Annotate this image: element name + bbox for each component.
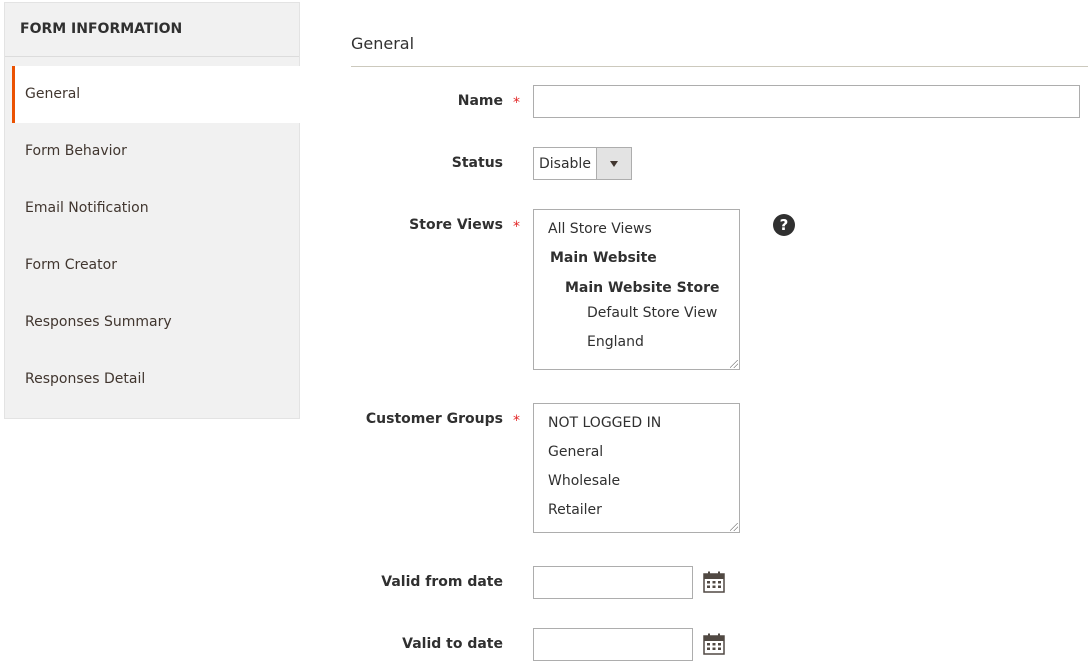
resize-handle-icon[interactable] bbox=[730, 523, 738, 531]
form-information-sidebar: FORM INFORMATION General Form Behavior E… bbox=[4, 2, 300, 419]
section-divider bbox=[351, 66, 1088, 67]
chevron-down-icon bbox=[596, 148, 631, 179]
status-select[interactable]: Disable bbox=[533, 147, 632, 180]
sidebar-title: FORM INFORMATION bbox=[5, 3, 299, 57]
store-view-group: Main Website bbox=[550, 250, 657, 266]
status-label: Status bbox=[451, 155, 503, 171]
valid-from-input[interactable] bbox=[533, 566, 693, 599]
customer-groups-required-mark: * bbox=[513, 413, 520, 429]
sidebar-item-responses-summary[interactable]: Responses Summary bbox=[5, 294, 299, 351]
store-views-label: Store Views bbox=[409, 217, 503, 233]
store-view-option[interactable]: England bbox=[587, 334, 644, 350]
calendar-icon[interactable] bbox=[703, 571, 725, 593]
name-required-mark: * bbox=[513, 95, 520, 111]
resize-handle-icon[interactable] bbox=[730, 360, 738, 368]
store-view-option[interactable]: All Store Views bbox=[548, 221, 652, 237]
name-input[interactable] bbox=[533, 85, 1080, 118]
valid-to-input[interactable] bbox=[533, 628, 693, 661]
customer-group-option[interactable]: General bbox=[548, 444, 603, 460]
calendar-icon[interactable] bbox=[703, 633, 725, 655]
store-view-option[interactable]: Default Store View bbox=[587, 305, 717, 321]
sidebar-item-form-creator[interactable]: Form Creator bbox=[5, 237, 299, 294]
status-select-value: Disable bbox=[539, 156, 591, 172]
customer-groups-multiselect[interactable]: NOT LOGGED IN General Wholesale Retailer bbox=[533, 403, 740, 533]
customer-group-option[interactable]: Retailer bbox=[548, 502, 602, 518]
store-views-multiselect[interactable]: All Store Views Main Website Main Websit… bbox=[533, 209, 740, 370]
store-views-required-mark: * bbox=[513, 219, 520, 235]
store-view-group: Main Website Store bbox=[565, 280, 720, 296]
sidebar-item-responses-detail[interactable]: Responses Detail bbox=[5, 351, 299, 408]
help-icon[interactable]: ? bbox=[773, 214, 795, 236]
sidebar-item-general[interactable]: General bbox=[12, 66, 300, 123]
valid-from-label: Valid from date bbox=[381, 574, 503, 590]
customer-group-option[interactable]: NOT LOGGED IN bbox=[548, 415, 661, 431]
name-label: Name bbox=[457, 93, 503, 109]
valid-to-label: Valid to date bbox=[402, 636, 503, 652]
sidebar-item-email-notification[interactable]: Email Notification bbox=[5, 180, 299, 237]
sidebar-item-form-behavior[interactable]: Form Behavior bbox=[5, 123, 299, 180]
customer-group-option[interactable]: Wholesale bbox=[548, 473, 620, 489]
customer-groups-label: Customer Groups bbox=[365, 411, 503, 427]
sidebar-nav: General Form Behavior Email Notification… bbox=[5, 66, 300, 408]
section-title: General bbox=[351, 34, 415, 53]
